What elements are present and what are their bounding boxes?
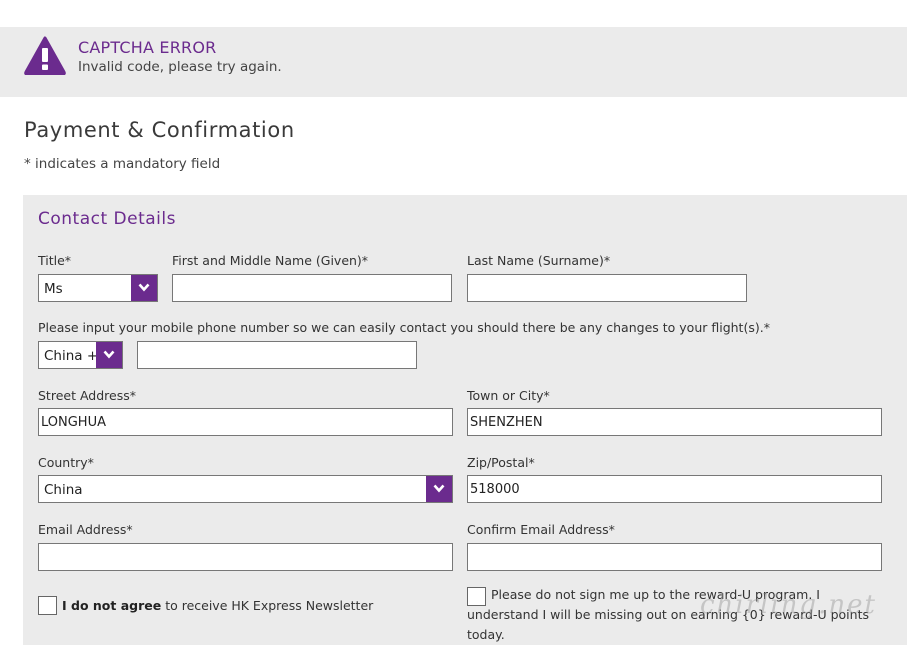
country-select-value: China xyxy=(44,482,83,498)
phone-input[interactable] xyxy=(137,341,417,369)
page-title: Payment & Confirmation xyxy=(24,118,295,142)
street-address-label: Street Address* xyxy=(38,388,136,403)
chevron-down-icon[interactable] xyxy=(131,275,157,301)
error-title: CAPTCHA ERROR xyxy=(78,38,217,57)
confirm-email-label: Confirm Email Address* xyxy=(467,522,615,537)
newsletter-rest-text: to receive HK Express Newsletter xyxy=(161,598,374,613)
country-label: Country* xyxy=(38,455,94,470)
phone-country-code-select[interactable]: China +86 xyxy=(38,341,123,369)
zip-input[interactable]: 518000 xyxy=(467,475,882,503)
phone-label: Please input your mobile phone number so… xyxy=(38,320,770,335)
mandatory-note: * indicates a mandatory field xyxy=(24,156,221,172)
error-message: Invalid code, please try again. xyxy=(78,59,282,75)
last-name-input[interactable] xyxy=(467,274,747,302)
chevron-down-icon[interactable] xyxy=(426,476,452,502)
email-input[interactable] xyxy=(38,543,453,571)
title-label: Title* xyxy=(38,253,72,268)
city-input[interactable]: SHENZHEN xyxy=(467,408,882,436)
newsletter-bold-text: I do not agree xyxy=(62,598,162,613)
email-label: Email Address* xyxy=(38,522,133,537)
first-name-input[interactable] xyxy=(172,274,452,302)
first-name-label: First and Middle Name (Given)* xyxy=(172,253,369,268)
title-select-value: Ms xyxy=(44,281,63,297)
confirm-email-input[interactable] xyxy=(467,543,882,571)
section-title: Contact Details xyxy=(38,209,176,229)
city-label: Town or City* xyxy=(467,388,550,403)
newsletter-checkbox[interactable] xyxy=(38,596,57,615)
watermark: chirling.net xyxy=(700,590,877,620)
last-name-label: Last Name (Surname)* xyxy=(467,253,611,268)
title-select[interactable]: Ms xyxy=(38,274,158,302)
zip-label: Zip/Postal* xyxy=(467,455,535,470)
newsletter-checkbox-label: I do not agree to receive HK Express New… xyxy=(62,598,373,613)
country-select[interactable]: China xyxy=(38,475,453,503)
warning-triangle-icon xyxy=(24,36,66,75)
street-address-input[interactable]: LONGHUA xyxy=(38,408,453,436)
captcha-error-banner: CAPTCHA ERROR Invalid code, please try a… xyxy=(0,27,907,97)
chevron-down-icon[interactable] xyxy=(96,342,122,368)
contact-details-panel: Contact Details Title* Ms First and Midd… xyxy=(23,195,907,645)
